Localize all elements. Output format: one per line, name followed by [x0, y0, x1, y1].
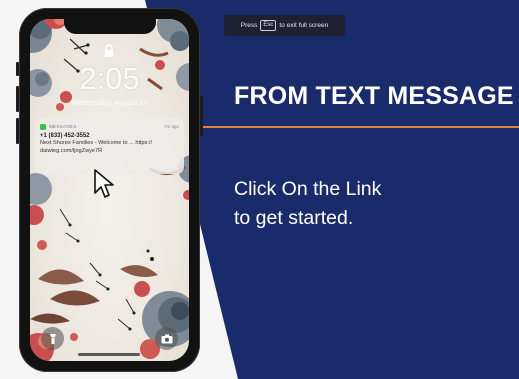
camera-icon	[161, 334, 172, 343]
home-indicator	[78, 353, 140, 356]
slide-title: FROM TEXT MESSAGE	[234, 82, 514, 110]
phone-volume-down	[16, 118, 19, 144]
lock-icon	[104, 44, 114, 57]
flashlight-icon	[49, 333, 56, 344]
lock-screen-time: 2:05	[79, 61, 140, 96]
notification-sender: +1 (833) 452-3552	[40, 133, 90, 139]
notification-header: MESSAGES 7m ago	[40, 122, 179, 131]
phone-notch	[64, 19, 156, 34]
fullscreen-hint-suffix: to exit full screen	[279, 22, 329, 29]
camera-button[interactable]	[155, 327, 178, 350]
flashlight-button[interactable]	[41, 327, 64, 350]
video-frame: Press Esc to exit full screen FROM TEXT …	[0, 0, 519, 379]
phone-volume-up	[16, 86, 19, 112]
notification-app-name: MESSAGES	[49, 124, 77, 129]
phone-lock-screen: 2:05 Wednesday, August 17 MESSAGES 7m ag…	[30, 19, 189, 361]
notification-message-link[interactable]: daiwteg.com/ljngZwye7R	[40, 148, 179, 155]
mouse-pointer-icon	[94, 169, 114, 198]
sms-notification[interactable]: MESSAGES 7m ago +1 (833) 452-3552 Next S…	[35, 118, 184, 174]
title-divider	[201, 126, 519, 128]
phone-mute-switch	[16, 62, 19, 76]
notification-time: 7m ago	[163, 124, 179, 129]
phone-power-button	[200, 96, 203, 136]
slide-body-line-2: to get started.	[234, 207, 354, 229]
esc-key-badge: Esc	[260, 20, 277, 31]
fullscreen-hint-prefix: Press	[240, 22, 258, 29]
messages-icon	[40, 123, 46, 130]
fullscreen-exit-hint: Press Esc to exit full screen	[224, 15, 345, 36]
slide-body-line-1: Click On the Link	[234, 178, 382, 200]
lock-screen-date: Wednesday, August 17	[71, 98, 148, 107]
notification-message-line-1: Next Shores Families - Welcome to ... ht…	[40, 140, 153, 146]
